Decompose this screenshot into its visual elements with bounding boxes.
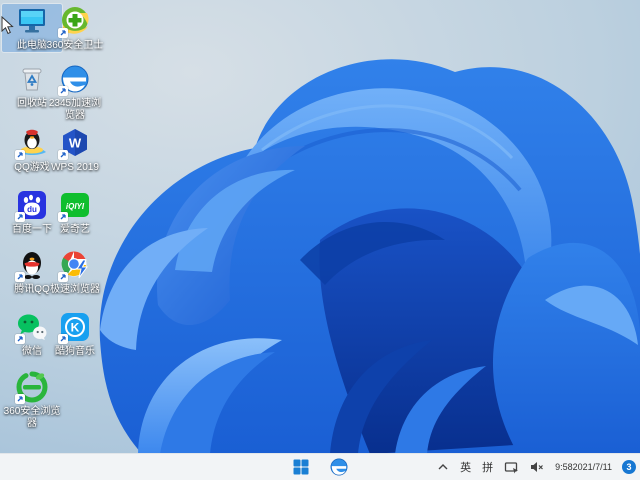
icon-label: 爱奇艺: [60, 224, 90, 235]
desktop: 此电脑 回收站 QQ游戏 du 百度一下 腾讯QQ 微信 360安全浏览器 36…: [0, 0, 640, 480]
icon-label: 酷狗音乐: [55, 346, 95, 357]
icon-label: 极速浏览器: [50, 284, 100, 295]
tray-display-button[interactable]: [503, 456, 520, 478]
shortcut-arrow-icon: [15, 272, 25, 282]
clock-time: 9:58: [555, 462, 573, 472]
mouse-cursor: [1, 16, 14, 35]
shortcut-arrow-icon: [15, 150, 25, 160]
icon-label: 回收站: [17, 98, 47, 109]
shortcut-arrow-icon: [58, 272, 68, 282]
chevron-up-icon: [438, 464, 448, 470]
desktop-icon-360-safe-browser[interactable]: 360安全浏览器: [2, 370, 62, 430]
this-pc-icon: [15, 4, 49, 38]
kugou-music-icon: K: [58, 310, 92, 344]
tray-volume-button[interactable]: [529, 456, 545, 478]
desktop-icon-wps-2019[interactable]: W WPS 2019: [45, 126, 105, 174]
svg-text:du: du: [27, 205, 37, 214]
desktop-icon-kugou-music[interactable]: K 酷狗音乐: [45, 310, 105, 358]
icon-label: 360安全卫士: [46, 40, 104, 51]
wps-2019-icon: W: [58, 126, 92, 160]
svg-text:K: K: [71, 321, 80, 335]
desktop-icon-speed-browser[interactable]: 极速浏览器: [45, 248, 105, 296]
notification-count-badge[interactable]: 3: [622, 460, 636, 474]
icon-label: 360安全浏览器: [3, 406, 61, 429]
recycle-bin-icon: [15, 62, 49, 96]
speed-browser-icon: [58, 248, 92, 282]
shortcut-arrow-icon: [58, 212, 68, 222]
ime-english-indicator[interactable]: 英: [459, 456, 472, 478]
desktop-icon-iqiyi[interactable]: iQIYI 爱奇艺: [45, 188, 105, 236]
windows-logo-icon: [293, 459, 309, 475]
taskbar-clock[interactable]: 9:58 2021/7/11: [554, 456, 613, 478]
shortcut-arrow-icon: [58, 28, 68, 38]
360-safe-browser-icon: [15, 370, 49, 404]
ime-pinyin-indicator[interactable]: 拼: [481, 456, 494, 478]
taskbar: 英 拼 9:58 2021/7/11 3: [0, 453, 640, 480]
tencent-qq-icon: [15, 248, 49, 282]
2345-browser-icon: [58, 62, 92, 96]
shortcut-arrow-icon: [15, 394, 25, 404]
clock-date: 2021/7/11: [572, 462, 612, 472]
browser-e-taskbar-button[interactable]: [327, 456, 351, 478]
icon-label: WPS 2019: [51, 162, 99, 173]
start-button[interactable]: [289, 456, 313, 478]
icon-label: 2345加速浏览器: [48, 98, 102, 121]
speaker-mute-icon: [531, 462, 544, 472]
shortcut-arrow-icon: [58, 150, 68, 160]
browser-e-icon: [330, 458, 348, 476]
qq-games-icon: [15, 126, 49, 160]
360-safety-guard-icon: [58, 4, 92, 38]
desktop-icon-360-safety-guard[interactable]: 360安全卫士: [45, 4, 105, 52]
desktop-icon-2345-browser[interactable]: 2345加速浏览器: [45, 62, 105, 122]
tray-chevron-up-button[interactable]: [436, 456, 450, 478]
shortcut-arrow-icon: [15, 334, 25, 344]
svg-text:iQIYI: iQIYI: [66, 202, 85, 211]
icon-label: 此电脑: [17, 40, 47, 51]
shortcut-arrow-icon: [15, 212, 25, 222]
svg-text:W: W: [69, 136, 82, 151]
shortcut-arrow-icon: [58, 86, 68, 96]
icon-label: 微信: [22, 346, 42, 357]
shortcut-arrow-icon: [58, 334, 68, 344]
baidu-icon: du: [15, 188, 49, 222]
iqiyi-icon: iQIYI: [58, 188, 92, 222]
wechat-icon: [15, 310, 49, 344]
display-icon: [504, 461, 519, 473]
